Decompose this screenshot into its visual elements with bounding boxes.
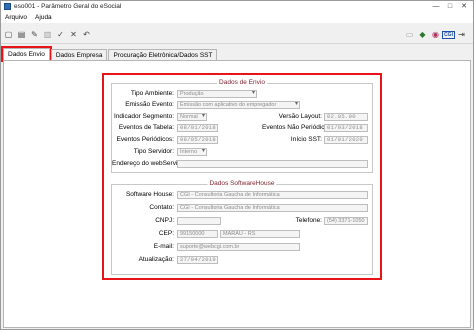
toolbar: ▢ ▤ ✎ ▥ ✓ ✕ ↶ ▭ ◆ ◉ CGI ⇥	[1, 25, 473, 44]
telefone-field[interactable]: (54) 3371-1050	[324, 217, 368, 225]
versao-layout-field[interactable]: 02.05.00	[324, 113, 368, 121]
cnpj-field[interactable]	[177, 217, 221, 225]
cep-field[interactable]: 99150000	[177, 230, 218, 238]
export-icon[interactable]: ◆	[417, 29, 428, 40]
label-eventos-periodicos: Eventos Periódicos:	[116, 136, 174, 143]
highlight-box: Dados de Envio Tipo Ambiente: Produção E…	[102, 73, 382, 280]
undo-icon[interactable]: ↶	[81, 29, 92, 40]
app-icon	[4, 3, 11, 10]
cancel-icon[interactable]: ✕	[68, 29, 79, 40]
label-tipo-ambiente: Tipo Ambiente:	[130, 90, 174, 97]
confirm-icon[interactable]: ✓	[55, 29, 66, 40]
tab-dados-empresa[interactable]: Dados Empresa	[50, 49, 108, 60]
group-title-software-house: Dados SoftwareHouse	[207, 180, 277, 187]
label-inicio-sst: Início SST:	[290, 136, 322, 143]
cgi-logo-icon[interactable]: CGI	[442, 29, 455, 40]
label-atualizacao: Atualização:	[138, 256, 174, 263]
tab-dados-envio[interactable]: Dados Envio	[1, 46, 52, 62]
label-cnpj: CNPJ:	[155, 217, 174, 224]
software-house-field[interactable]: CGI - Consultoria Gaucha de Informática	[177, 191, 368, 199]
group-dados-envio: Dados de Envio Tipo Ambiente: Produção E…	[111, 79, 373, 173]
toolbar-right: ▭ ◆ ◉ CGI ⇥	[402, 29, 467, 40]
new-icon[interactable]: ▢	[3, 29, 14, 40]
label-email: E-mail:	[153, 243, 174, 250]
eventos-nao-periodicos-field[interactable]: 01/03/2018	[324, 124, 368, 132]
title-bar: eso001 - Parâmetro Geral do eSocial — □ …	[1, 1, 473, 12]
group-software-house: Dados SoftwareHouse Software House: CGI …	[111, 180, 373, 275]
label-eventos-tabela: Eventos de Tabela:	[118, 124, 174, 131]
minimize-button[interactable]: —	[429, 1, 443, 12]
atualizacao-field[interactable]: 27/04/2019	[177, 256, 218, 264]
window-controls: — □ ✕	[429, 1, 471, 12]
endereco-webservice-field[interactable]	[177, 160, 368, 168]
label-tipo-servidor: Tipo Servidor:	[133, 148, 174, 155]
eventos-periodicos-field[interactable]: 08/05/2018	[177, 136, 218, 144]
edit-icon[interactable]: ✎	[29, 29, 40, 40]
label-eventos-nao-periodicos: Eventos Não Periódicos:	[262, 124, 334, 131]
group-title-envio: Dados de Envio	[217, 79, 267, 86]
close-button[interactable]: ✕	[457, 1, 471, 12]
label-indicador-segmento: Indicador Segmento:	[114, 113, 174, 120]
label-versao-layout: Versão Layout:	[278, 113, 322, 120]
contato-field[interactable]: CGI - Consultoria Gaucha de Informática	[177, 204, 368, 212]
menu-ajuda[interactable]: Ajuda	[31, 14, 56, 21]
emissao-evento-select[interactable]: Emissão com aplicativo do empregador	[177, 101, 300, 109]
email-field[interactable]: suporte@webcgi.com.br	[177, 243, 300, 251]
inicio-sst-field[interactable]: 01/01/2020	[324, 136, 368, 144]
tipo-servidor-select[interactable]: Interno	[177, 148, 207, 156]
menu-bar: Arquivo Ajuda	[1, 12, 473, 23]
maximize-button[interactable]: □	[443, 1, 457, 12]
label-endereco-webservice: Endereço do webService:	[112, 160, 187, 167]
label-contato: Contato:	[149, 204, 174, 211]
label-software-house: Software House:	[125, 191, 174, 198]
cidade-field[interactable]: MARAU - RS	[220, 230, 300, 238]
open-icon[interactable]: ▤	[16, 29, 27, 40]
label-telefone: Telefone:	[295, 217, 322, 224]
help-icon[interactable]: ◉	[430, 29, 441, 40]
tab-strip: Dados Envio Dados Empresa Procuração Ele…	[1, 46, 218, 62]
window-title: eso001 - Parâmetro Geral do eSocial	[14, 3, 122, 10]
menu-arquivo[interactable]: Arquivo	[1, 14, 31, 21]
delete-icon[interactable]: ▥	[42, 29, 53, 40]
tab-procuracao[interactable]: Procuração Eletrônica/Dados SST	[108, 49, 218, 60]
tab-page: Dados de Envio Tipo Ambiente: Produção E…	[3, 60, 471, 328]
label-emissao-evento: Emissão Evento:	[125, 101, 174, 108]
indicador-segmento-select[interactable]: Normal	[177, 113, 207, 121]
print-icon[interactable]: ▭	[404, 29, 415, 40]
label-cep: CEP:	[158, 230, 174, 237]
tipo-ambiente-select[interactable]: Produção	[177, 90, 257, 98]
app-window: eso001 - Parâmetro Geral do eSocial — □ …	[0, 0, 474, 330]
exit-icon[interactable]: ⇥	[456, 29, 467, 40]
eventos-tabela-field[interactable]: 08/01/2018	[177, 124, 218, 132]
